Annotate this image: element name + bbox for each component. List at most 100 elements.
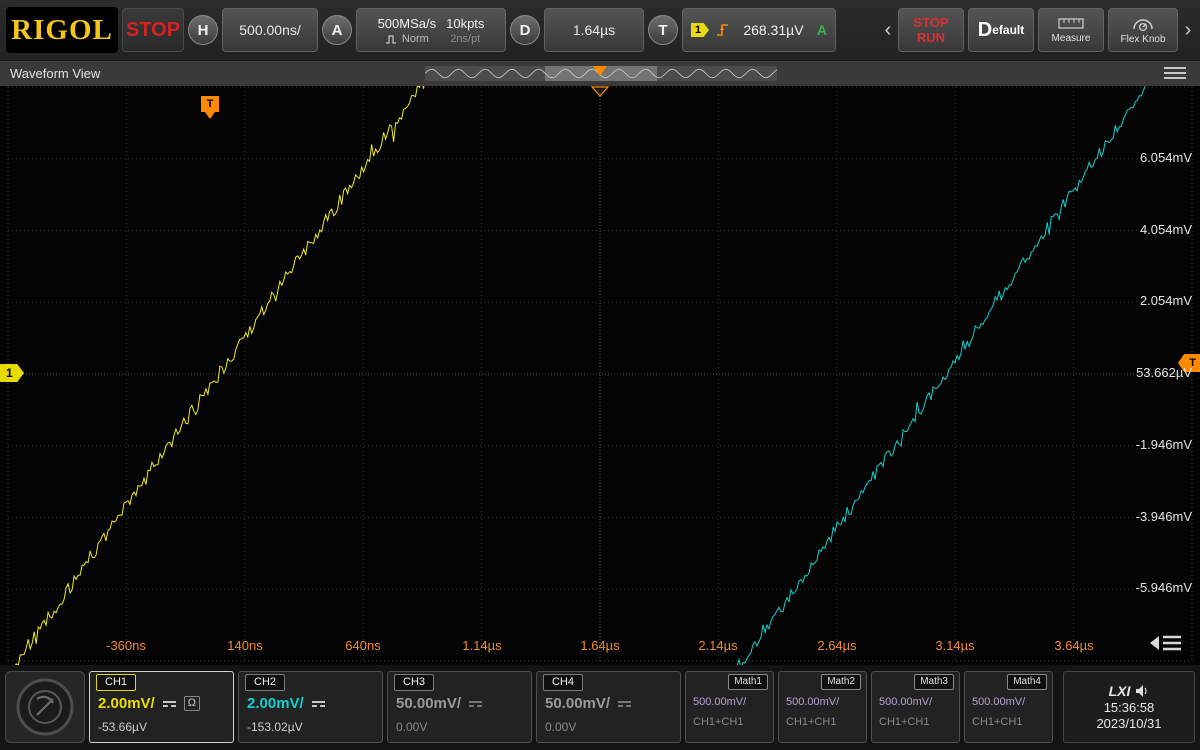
dc-coupling-icon xyxy=(163,701,176,707)
y-axis-label: -5.946mV xyxy=(1136,580,1192,595)
trigger-position-flag[interactable]: T xyxy=(201,96,219,119)
rising-edge-icon xyxy=(715,21,730,39)
channel-tab-ch3[interactable]: CH3 xyxy=(394,674,434,691)
x-axis-label: 140ns xyxy=(227,638,262,653)
horizontal-position-value[interactable]: 1.64µs xyxy=(544,8,644,52)
measure-label: Measure xyxy=(1052,33,1091,44)
y-axis-label: 53.662µV xyxy=(1136,365,1192,380)
trigger-position-in-record-icon[interactable] xyxy=(593,66,607,76)
y-axis-label: -3.946mV xyxy=(1136,509,1192,524)
x-axis-label: 3.14µs xyxy=(935,638,974,653)
channel-box-ch1[interactable]: CH1 2.00mV/ Ω -53.66µV xyxy=(89,671,234,743)
measure-button[interactable]: Measure xyxy=(1038,8,1104,52)
x-axis-label: 2.14µs xyxy=(698,638,737,653)
trigger-flag-tip xyxy=(205,112,215,119)
horizontal-center-marker xyxy=(590,86,610,98)
tab-waveform-view[interactable]: Waveform View xyxy=(10,61,100,87)
horizontal-scale-value[interactable]: 500.00ns/ xyxy=(222,8,318,52)
time-resolution: 2ns/pt xyxy=(450,33,480,45)
trigger-flag-label: T xyxy=(201,96,219,112)
acquisition-status: STOP xyxy=(122,8,184,52)
math3-scale: 500.00mV/ xyxy=(879,696,932,708)
default-initial: D xyxy=(978,19,992,42)
x-axis-label: 1.14µs xyxy=(462,638,501,653)
rigol-logo: RIGOL xyxy=(6,7,118,53)
ch3-offset: 0.00V xyxy=(396,720,427,734)
trigger-knob-button[interactable]: T xyxy=(648,15,678,45)
dc-coupling-icon xyxy=(312,701,325,707)
x-axis-label: -360ns xyxy=(106,638,146,653)
math-box-1[interactable]: Math1 500.00mV/ CH1+CH1 xyxy=(685,671,774,743)
flex-knob-button[interactable]: Flex Knob xyxy=(1108,8,1178,52)
math-box-3[interactable]: Math3 500.00mV/ CH1+CH1 xyxy=(871,671,960,743)
x-axis-label: 640ns xyxy=(345,638,380,653)
ch1-scale: 2.00mV/ xyxy=(98,695,155,712)
ch2-scale-row: 2.00mV/ xyxy=(247,695,376,712)
ch3-scale-row: 50.00mV/ xyxy=(396,695,525,712)
x-axis-label: 1.64µs xyxy=(580,638,619,653)
y-axis-label: 2.054mV xyxy=(1140,293,1192,308)
math3-expression: CH1+CH1 xyxy=(879,716,929,728)
flex-knob-label: Flex Knob xyxy=(1120,34,1165,45)
waveform-display[interactable]: T 1 T 6.054mV 4.054mV 2.054mV 53.662µV -… xyxy=(0,86,1200,665)
x-axis-label: 2.64µs xyxy=(817,638,856,653)
channel-box-ch3[interactable]: CH3 50.00mV/ 0.00V xyxy=(387,671,532,743)
toolbar-collapse-left-icon[interactable]: ‹ xyxy=(882,8,894,52)
menu-icon[interactable] xyxy=(1164,67,1186,79)
view-tab-bar: Waveform View xyxy=(0,60,1200,86)
status-date: 2023/10/31 xyxy=(1096,716,1161,731)
acquire-knob-button[interactable]: A xyxy=(322,15,352,45)
ch1-scale-row: 2.00mV/ Ω xyxy=(98,695,227,712)
ch3-scale: 50.00mV/ xyxy=(396,695,461,712)
top-toolbar: RIGOL STOP H 500.00ns/ A 500MSa/s Norm 1… xyxy=(0,0,1200,60)
delay-knob-button[interactable]: D xyxy=(510,15,540,45)
toolbar-expand-right-icon[interactable]: › xyxy=(1182,8,1194,52)
channel-box-ch2[interactable]: CH2 2.00mV/ -153.02µV xyxy=(238,671,383,743)
knob-icon xyxy=(1132,16,1154,31)
collapse-menu-icon[interactable] xyxy=(1150,631,1184,655)
ch4-offset: 0.00V xyxy=(545,720,576,734)
y-axis-label: 6.054mV xyxy=(1140,150,1192,165)
status-box[interactable]: LXI 15:36:58 2023/10/31 xyxy=(1063,671,1195,743)
sample-rate-block: 500MSa/s Norm xyxy=(378,16,437,45)
ch4-scale: 50.00mV/ xyxy=(545,695,610,712)
default-button[interactable]: Default xyxy=(968,8,1034,52)
channel-status-bar: CH1 2.00mV/ Ω -53.66µV CH2 2.00mV/ -153.… xyxy=(0,665,1200,750)
ch2-scale: 2.00mV/ xyxy=(247,695,304,712)
math-box-2[interactable]: Math2 500.00mV/ CH1+CH1 xyxy=(778,671,867,743)
channel-box-ch4[interactable]: CH4 50.00mV/ 0.00V xyxy=(536,671,681,743)
square-wave-icon xyxy=(385,34,398,44)
math2-expression: CH1+CH1 xyxy=(786,716,836,728)
channel-tab-ch1[interactable]: CH1 xyxy=(96,674,136,691)
lxi-label: LXI xyxy=(1109,683,1131,699)
memory-depth-block: 10kpts 2ns/pt xyxy=(446,16,484,45)
default-rest: efault xyxy=(992,23,1024,37)
acquisition-info[interactable]: 500MSa/s Norm 10kpts 2ns/pt xyxy=(356,8,506,52)
dc-coupling-icon xyxy=(618,701,631,707)
math-box-4[interactable]: Math4 500.00mV/ CH1+CH1 xyxy=(964,671,1053,743)
scope-graticule-and-traces xyxy=(0,86,1200,665)
ch2-offset: -153.02µV xyxy=(247,720,303,734)
channel-tab-ch2[interactable]: CH2 xyxy=(245,674,285,691)
math4-scale: 500.00mV/ xyxy=(972,696,1025,708)
math3-tab[interactable]: Math3 xyxy=(914,674,954,690)
math4-tab[interactable]: Math4 xyxy=(1007,674,1047,690)
math2-tab[interactable]: Math2 xyxy=(821,674,861,690)
lxi-row: LXI xyxy=(1109,683,1150,699)
trigger-status: A xyxy=(817,22,827,38)
memory-depth: 10kpts xyxy=(446,16,484,31)
rigol-knob-emblem-icon xyxy=(10,675,80,739)
stop-run-button[interactable]: STOP RUN xyxy=(898,8,964,52)
stop-run-line2: RUN xyxy=(917,30,945,45)
math4-expression: CH1+CH1 xyxy=(972,716,1022,728)
dc-coupling-icon xyxy=(469,701,482,707)
horizontal-knob-button[interactable]: H xyxy=(188,15,218,45)
status-time: 15:36:58 xyxy=(1104,700,1155,715)
record-preview-strip[interactable] xyxy=(425,66,777,81)
trigger-info[interactable]: 1 268.31µV A xyxy=(682,8,836,52)
math1-tab[interactable]: Math1 xyxy=(728,674,768,690)
y-axis-label: -1.946mV xyxy=(1136,437,1192,452)
ch1-offset: -53.66µV xyxy=(98,720,147,734)
acq-mode-row: Norm xyxy=(385,33,429,45)
channel-tab-ch4[interactable]: CH4 xyxy=(543,674,583,691)
